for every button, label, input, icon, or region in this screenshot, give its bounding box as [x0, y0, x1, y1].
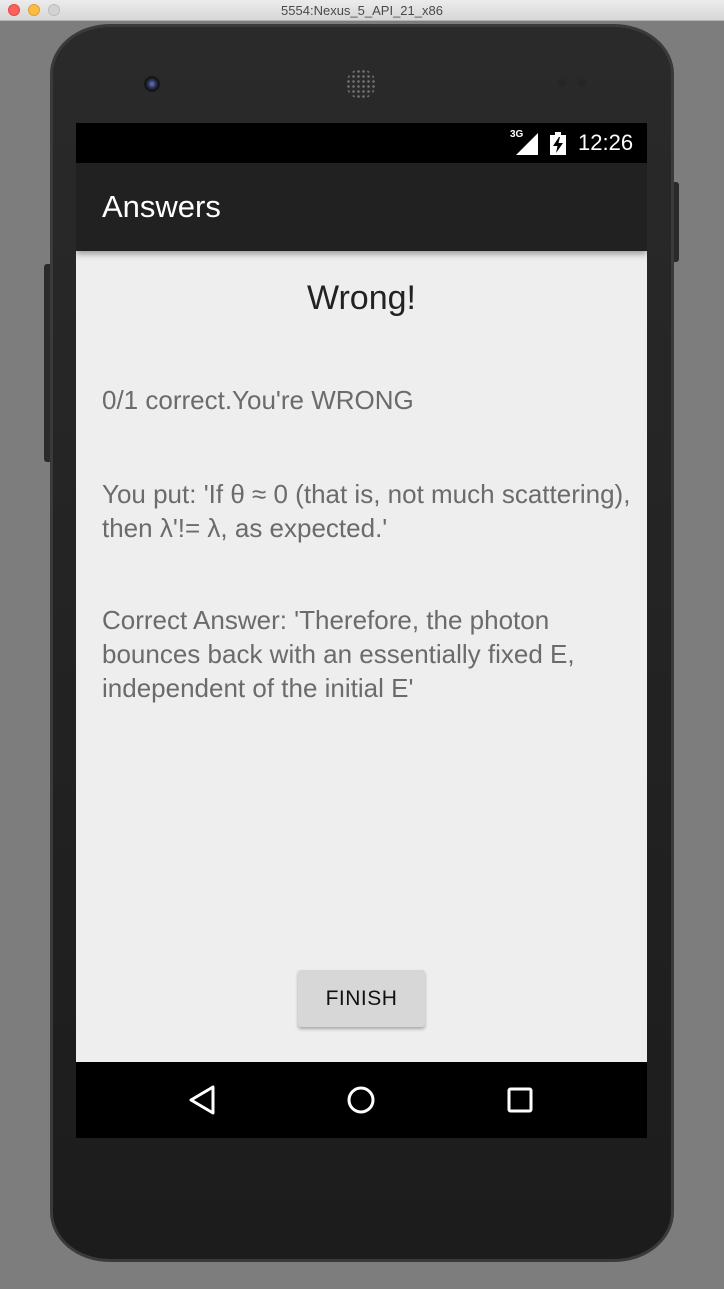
front-camera-icon: [144, 76, 160, 92]
status-clock: 12:26: [578, 130, 634, 155]
home-icon[interactable]: [341, 1080, 381, 1120]
finish-button[interactable]: FINISH: [298, 970, 425, 1027]
emulator-window: 5554:Nexus_5_API_21_x86 3G 12:26 Answers…: [0, 0, 724, 1289]
light-sensor-icon: [578, 79, 586, 87]
user-answer-text: You put: 'If θ ≈ 0 (that is, not much sc…: [102, 479, 631, 543]
proximity-sensor-icon: [558, 79, 566, 87]
recents-icon[interactable]: [500, 1080, 540, 1120]
signal-icon: [516, 133, 538, 155]
window-title: 5554:Nexus_5_API_21_x86: [281, 3, 443, 18]
result-heading: Wrong!: [307, 279, 416, 317]
app-bar: Answers: [76, 163, 647, 251]
device-screen: 3G 12:26 Answers Wrong! 0/1 correct.You'…: [76, 123, 647, 1138]
window-titlebar: 5554:Nexus_5_API_21_x86: [0, 0, 724, 21]
answers-content: Wrong! 0/1 correct.You're WRONG You put:…: [76, 251, 647, 1062]
speaker-grille-icon: [346, 69, 376, 99]
correct-answer-text: Correct Answer: 'Therefore, the photon b…: [102, 605, 575, 703]
battery-charging-icon: [550, 132, 566, 155]
status-bar: 3G 12:26: [76, 123, 647, 163]
back-icon[interactable]: [183, 1080, 223, 1120]
navigation-bar: [76, 1062, 647, 1138]
score-text: 0/1 correct.You're WRONG: [102, 385, 414, 415]
app-bar-title: Answers: [102, 189, 221, 224]
